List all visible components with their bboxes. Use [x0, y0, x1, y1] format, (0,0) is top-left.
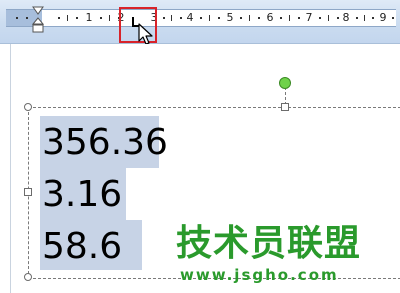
- resize-handle-top-left[interactable]: [24, 103, 32, 111]
- ruler-tick: [392, 17, 394, 19]
- text-line[interactable]: 3.16: [42, 174, 122, 216]
- ruler-tick: [298, 17, 300, 19]
- text-line[interactable]: 356.36: [42, 122, 168, 164]
- ruler-tick: [171, 15, 172, 21]
- ruler-number: 5: [226, 11, 234, 24]
- ruler-tick: [372, 17, 374, 19]
- ruler-tick: [249, 15, 250, 21]
- rotate-handle[interactable]: [279, 77, 291, 89]
- ruler-tick: [209, 15, 210, 21]
- ruler-tick: [258, 17, 260, 19]
- ruler-tick: [180, 17, 182, 19]
- ruler-tick: [328, 15, 329, 21]
- ruler-tick: [200, 17, 202, 19]
- watermark: 技术员联盟 www.jsgho.com: [176, 224, 372, 290]
- ruler-number: 6: [266, 11, 274, 24]
- ruler-tick: [337, 17, 339, 19]
- text-line[interactable]: 58.6: [42, 226, 122, 268]
- ruler-tick: [289, 15, 290, 21]
- horizontal-ruler-bar: 1 2 3 4 5 6 7 8 9: [0, 0, 400, 44]
- ruler-tick: [100, 17, 102, 19]
- watermark-title: 技术员联盟: [176, 223, 362, 264]
- ruler-tick: [364, 15, 365, 21]
- ruler-tick: [356, 17, 358, 19]
- resize-handle-middle-left[interactable]: [24, 188, 32, 196]
- ruler-tick: [109, 15, 110, 21]
- ruler-tick: [58, 17, 60, 19]
- ruler-tick: [67, 15, 68, 21]
- resize-handle-bottom-left[interactable]: [24, 273, 32, 281]
- ruler-tick: [76, 17, 78, 19]
- ruler-tick: [280, 17, 282, 19]
- ruler-number: 7: [305, 11, 313, 24]
- ruler-tick: [26, 17, 28, 19]
- ruler-tick: [163, 17, 165, 19]
- ruler-number: 8: [342, 11, 350, 24]
- ruler-tick: [319, 17, 321, 19]
- ruler-tick: [218, 17, 220, 19]
- ruler-number: 4: [186, 11, 194, 24]
- watermark-url: www.jsgho.com: [180, 266, 339, 284]
- horizontal-ruler[interactable]: 1 2 3 4 5 6 7 8 9: [6, 9, 396, 27]
- ruler-tick: [240, 17, 242, 19]
- resize-handle-top-middle[interactable]: [281, 103, 289, 111]
- hanging-indent-marker-icon[interactable]: [30, 5, 46, 35]
- ruler-number: 1: [85, 11, 93, 24]
- ruler-number: 9: [379, 11, 387, 24]
- ruler-tick: [16, 17, 18, 19]
